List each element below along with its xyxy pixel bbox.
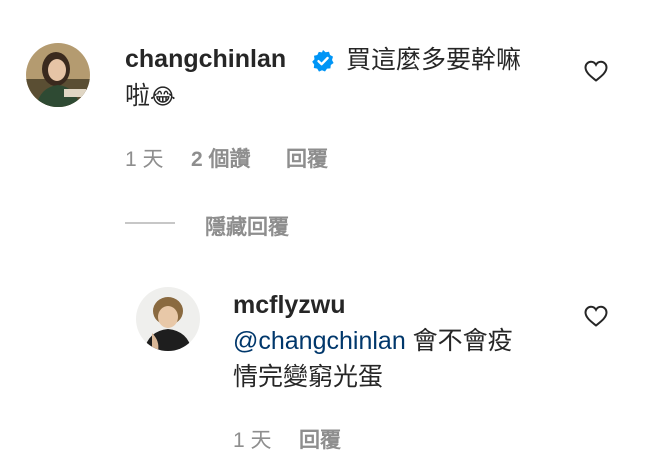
verified-badge-icon — [311, 49, 335, 73]
comment-time[interactable]: 1 天 — [125, 143, 164, 173]
comment-username[interactable]: changchinlan — [125, 45, 286, 74]
comment-likes[interactable]: 2 個讚 — [191, 143, 251, 173]
replies-divider — [125, 222, 175, 224]
mention-link[interactable]: @changchinlan — [233, 327, 406, 355]
reply-username[interactable]: mcflyzwu — [233, 291, 346, 320]
laughing-emoji: 😂 — [150, 84, 176, 109]
comment-reply-button[interactable]: 回覆 — [286, 143, 328, 173]
reply-text-line1: @changchinlan 會不會疫 — [233, 324, 513, 358]
reply-text-line1-rest: 會不會疫 — [405, 327, 513, 355]
comment-text-line2: 啦😂 — [125, 79, 176, 114]
hide-replies-button[interactable]: 隱藏回覆 — [205, 211, 289, 241]
heart-icon[interactable] — [584, 60, 608, 82]
reply-avatar[interactable] — [136, 287, 200, 351]
avatar[interactable] — [26, 43, 90, 107]
reply-heart-icon[interactable] — [584, 305, 608, 327]
comment-text-line1: 買這麼多要幹嘛 — [346, 46, 522, 74]
reply-text-line2: 情完變窮光蛋 — [233, 363, 384, 391]
reply-time[interactable]: 1 天 — [233, 424, 272, 454]
reply-reply-button[interactable]: 回覆 — [299, 424, 341, 454]
comment-text-line2-text: 啦 — [125, 82, 151, 110]
